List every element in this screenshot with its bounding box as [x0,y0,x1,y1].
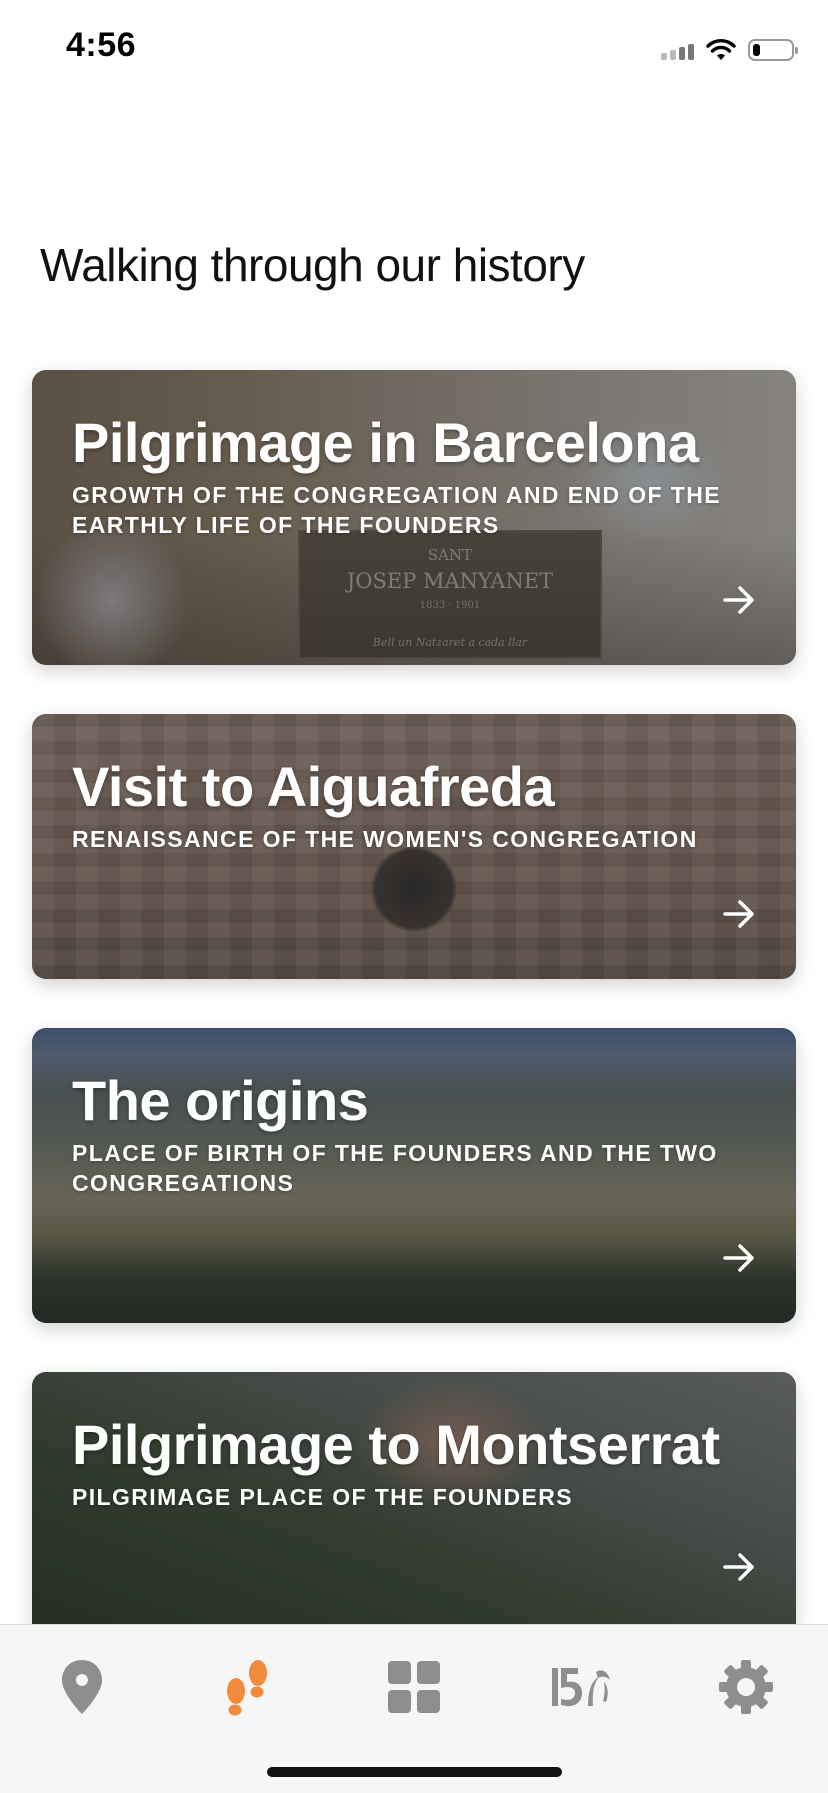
arrow-right-icon[interactable] [722,1243,756,1273]
card-title: Pilgrimage to Montserrat [72,1413,720,1476]
page-title: Walking through our history [40,239,585,291]
route-card-barcelona[interactable]: SANT JOSEP MANYANET 1833 · 1901 Bell un … [32,370,796,665]
status-bar: 4:56 [0,0,828,96]
battery-icon [748,39,798,61]
route-card-origins[interactable]: The origins PLACE OF BIRTH OF THE FOUNDE… [32,1028,796,1323]
tab-settings[interactable] [706,1649,786,1725]
wifi-icon [706,39,736,60]
card-title: The origins [72,1069,369,1132]
arrow-right-icon[interactable] [722,585,756,615]
status-time: 4:56 [66,26,137,64]
tab-bar [0,1624,828,1793]
route-card-montserrat[interactable]: Pilgrimage to Montserrat PILGRIMAGE PLAC… [32,1372,796,1632]
home-indicator[interactable] [267,1767,562,1777]
cellular-signal-icon [661,40,694,60]
anniversary-150-icon [552,1668,610,1707]
tab-walks[interactable] [207,1649,287,1725]
map-pin-icon [62,1660,102,1714]
tab-map[interactable] [42,1649,122,1725]
arrow-right-icon[interactable] [722,899,756,929]
arrow-right-icon[interactable] [722,1552,756,1582]
tab-anniversary[interactable] [540,1649,620,1725]
card-title: Pilgrimage in Barcelona [72,411,699,474]
route-card-aiguafreda[interactable]: Visit to Aiguafreda RENAISSANCE OF THE W… [32,714,796,979]
card-title: Visit to Aiguafreda [72,755,555,818]
footprints-icon [227,1660,267,1716]
grid-icon [388,1661,440,1713]
card-subtitle: RENAISSANCE OF THE WOMEN'S CONGREGATION [72,826,698,852]
gear-icon [719,1660,773,1714]
card-subtitle: PLACE OF BIRTH OF THE FOUNDERS AND THE T… [72,1140,718,1196]
status-icons [661,34,798,66]
card-subtitle: GROWTH OF THE CONGREGATION AND END OF TH… [72,482,721,538]
tab-grid[interactable] [374,1649,454,1725]
card-subtitle: PILGRIMAGE PLACE OF THE FOUNDERS [72,1484,573,1510]
